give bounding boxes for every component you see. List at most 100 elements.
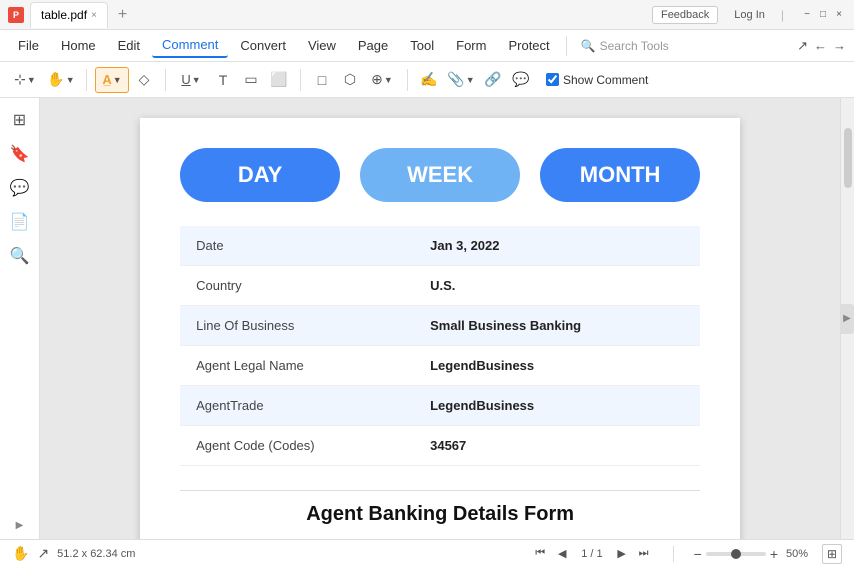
- signature-icon: ✍: [420, 71, 437, 88]
- toolbar-group-2: A̲ ▼ ◇: [95, 67, 157, 93]
- page-navigation: ⏮ ◀ 1 / 1 ▶ ⏭: [531, 545, 652, 563]
- callout-button[interactable]: ⬜: [266, 67, 292, 93]
- attach-button[interactable]: 📎 ▼: [444, 67, 478, 93]
- status-bar: ✋ ↗ 51.2 x 62.34 cm ⏮ ◀ 1 / 1 ▶ ⏭ − + 50…: [0, 539, 854, 567]
- show-comment-label: Show Comment: [563, 73, 648, 87]
- fit-page-button[interactable]: ⊞: [822, 544, 842, 564]
- sidebar-panels-icon[interactable]: ⊞: [6, 106, 34, 134]
- search-tools[interactable]: 🔍 Search Tools: [573, 39, 677, 53]
- menu-protect[interactable]: Protect: [498, 34, 559, 57]
- week-button[interactable]: WEEK: [360, 148, 520, 202]
- search-icon: 🔍: [581, 39, 596, 53]
- status-left: ✋ ↗ 51.2 x 62.34 cm: [12, 545, 135, 562]
- menu-convert[interactable]: Convert: [230, 34, 296, 57]
- day-button[interactable]: DAY: [180, 148, 340, 202]
- menu-page[interactable]: Page: [348, 34, 398, 57]
- toolbar: ⊹ ▼ ✋ ▼ A̲ ▼ ◇ U ▼ T ▭ ⬜: [0, 62, 854, 98]
- signature-button[interactable]: ✍: [416, 67, 442, 93]
- new-tab-button[interactable]: +: [114, 6, 131, 24]
- show-comment-checkbox[interactable]: [546, 73, 559, 86]
- page-info-label: 1 / 1: [575, 548, 608, 560]
- zoom-in-button[interactable]: +: [770, 546, 778, 562]
- scrollbar-track[interactable]: [841, 128, 854, 539]
- row-label: Date: [180, 226, 414, 266]
- first-page-button[interactable]: ⏮: [531, 545, 549, 563]
- cursor-icon: ⊹: [14, 71, 26, 88]
- sidebar-comment-icon[interactable]: 💬: [6, 174, 34, 202]
- comment-icon: 💬: [512, 71, 529, 88]
- next-page-button[interactable]: ▶: [613, 545, 631, 563]
- last-page-button[interactable]: ⏭: [635, 545, 653, 563]
- table-row: AgentTrade LegendBusiness: [180, 386, 700, 426]
- row-label: AgentTrade: [180, 386, 414, 426]
- tab[interactable]: table.pdf ×: [30, 2, 108, 28]
- table-row: Line Of Business Small Business Banking: [180, 306, 700, 346]
- select-tool-button[interactable]: ⊹ ▼: [8, 67, 42, 93]
- sidebar-search-icon[interactable]: 🔍: [6, 242, 34, 270]
- menu-file[interactable]: File: [8, 34, 49, 57]
- chevron-right-icon: ▶: [843, 313, 851, 324]
- menu-comment[interactable]: Comment: [152, 33, 228, 58]
- toolbar-sep-1: [86, 69, 87, 91]
- app-icon: P: [8, 7, 24, 23]
- link-button[interactable]: 🔗: [480, 67, 506, 93]
- shape-button[interactable]: ⬡: [337, 67, 363, 93]
- prev-page-button[interactable]: ◀: [553, 545, 571, 563]
- show-comment-checkbox-group[interactable]: Show Comment: [546, 73, 648, 87]
- zoom-slider[interactable]: [706, 552, 766, 556]
- right-panel-toggle[interactable]: ▶: [840, 304, 854, 334]
- scrollbar-thumb[interactable]: [844, 128, 852, 188]
- callout-icon: ⬜: [270, 71, 287, 88]
- forward-icon[interactable]: →: [833, 38, 846, 53]
- menu-view[interactable]: View: [298, 34, 346, 57]
- external-link-icon[interactable]: ↗: [797, 38, 808, 54]
- minimize-button[interactable]: −: [800, 8, 814, 22]
- text-button[interactable]: T: [210, 67, 236, 93]
- menu-separator: [566, 36, 567, 56]
- sidebar-expand-button[interactable]: ▶: [16, 520, 24, 531]
- menu-form[interactable]: Form: [446, 34, 496, 57]
- rectangle-button[interactable]: □: [309, 67, 335, 93]
- back-icon[interactable]: ←: [814, 38, 827, 53]
- stamp-button[interactable]: ⊕ ▼: [365, 67, 399, 93]
- document-scroll[interactable]: DAY WEEK MONTH Date Jan 3, 2022 Country …: [40, 98, 840, 539]
- feedback-button[interactable]: Feedback: [652, 6, 718, 24]
- comment-button[interactable]: 💬: [508, 67, 534, 93]
- zoom-out-button[interactable]: −: [694, 546, 702, 562]
- toolbar-group-1: ⊹ ▼ ✋ ▼: [8, 67, 78, 93]
- title-bar: P table.pdf × + Feedback Log In | − □ ×: [0, 0, 854, 30]
- dropdown-arrow: ▼: [192, 75, 201, 85]
- divider: [180, 490, 700, 491]
- restore-button[interactable]: □: [816, 8, 830, 22]
- cursor-icon: ↗: [37, 545, 49, 562]
- toolbar-group-4: □ ⬡ ⊕ ▼: [309, 67, 399, 93]
- zoom-level-label: 50%: [786, 548, 818, 560]
- login-button[interactable]: Log In: [726, 7, 773, 23]
- underline-button[interactable]: U ▼: [174, 67, 208, 93]
- sidebar-bookmark-icon[interactable]: 🔖: [6, 140, 34, 168]
- zoom-thumb[interactable]: [731, 549, 741, 559]
- shape-icon: ⬡: [344, 71, 356, 88]
- link-icon: 🔗: [484, 71, 501, 88]
- textbox-button[interactable]: ▭: [238, 67, 264, 93]
- row-label: Line Of Business: [180, 306, 414, 346]
- hand-tool-button[interactable]: ✋ ▼: [44, 67, 78, 93]
- eraser-icon: ◇: [139, 71, 150, 88]
- dimensions-label: 51.2 x 62.34 cm: [57, 548, 135, 560]
- row-value: LegendBusiness: [414, 386, 700, 426]
- row-label: Agent Code (Codes): [180, 426, 414, 466]
- sidebar-page-icon[interactable]: 📄: [6, 208, 34, 236]
- table-row: Date Jan 3, 2022: [180, 226, 700, 266]
- month-button[interactable]: MONTH: [540, 148, 700, 202]
- close-tab-button[interactable]: ×: [91, 10, 97, 21]
- underline-icon: U: [181, 72, 190, 87]
- main-layout: ⊞ 🔖 💬 📄 🔍 ▶ DAY WEEK MONTH Date: [0, 98, 854, 539]
- menu-home[interactable]: Home: [51, 34, 106, 57]
- row-label: Country: [180, 266, 414, 306]
- close-button[interactable]: ×: [832, 8, 846, 22]
- eraser-button[interactable]: ◇: [131, 67, 157, 93]
- highlight-button[interactable]: A̲ ▼: [95, 67, 129, 93]
- table-row: Agent Code (Codes) 34567: [180, 426, 700, 466]
- menu-tool[interactable]: Tool: [400, 34, 444, 57]
- menu-edit[interactable]: Edit: [108, 34, 150, 57]
